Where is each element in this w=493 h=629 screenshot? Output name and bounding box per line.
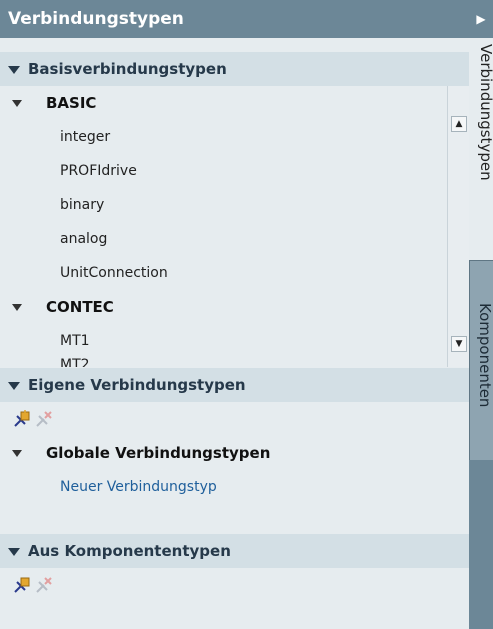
side-tab-label: Verbindungstypen — [477, 44, 493, 181]
delete-type-icon[interactable] — [35, 576, 53, 594]
delete-type-icon[interactable] — [35, 410, 53, 428]
tree-item-label: analog — [60, 231, 108, 247]
collapse-icon — [8, 381, 20, 390]
section-eigene-header[interactable]: Eigene Verbindungstypen — [0, 368, 469, 402]
tree-item-mt2[interactable]: MT2 — [0, 348, 440, 367]
eigene-toolbar — [0, 402, 469, 436]
section-aus-header[interactable]: Aus Komponententypen — [0, 534, 469, 568]
side-tab-verbindungstypen[interactable]: Verbindungstypen — [469, 38, 493, 260]
tree-item-binary[interactable]: binary — [0, 188, 440, 222]
section-aus-label: Aus Komponententypen — [28, 542, 231, 560]
new-connection-type-label: Neuer Verbindungstyp — [60, 479, 217, 495]
new-type-icon[interactable] — [13, 410, 31, 428]
tree-item-label: UnitConnection — [60, 265, 168, 281]
tree-item-label: integer — [60, 129, 111, 145]
collapse-icon — [8, 547, 20, 556]
tree-item-profidrive[interactable]: PROFIdrive — [0, 154, 440, 188]
tree-item-analog[interactable]: analog — [0, 222, 440, 256]
new-type-icon[interactable] — [13, 576, 31, 594]
tree-item-label: PROFIdrive — [60, 163, 137, 179]
side-tab-filler — [469, 460, 493, 629]
panel-title-text: Verbindungstypen — [8, 9, 184, 29]
tree-group-label: BASIC — [46, 94, 97, 112]
panel-title: Verbindungstypen — [0, 0, 469, 38]
side-tab-komponenten[interactable]: Komponenten — [469, 260, 493, 460]
tree-group-contec[interactable]: CONTEC — [0, 290, 440, 324]
tree-item-unitconnection[interactable]: UnitConnection — [0, 256, 440, 290]
section-eigene-label: Eigene Verbindungstypen — [28, 376, 246, 394]
expand-icon — [12, 450, 22, 457]
scroll-down-icon[interactable]: ▼ — [451, 336, 467, 352]
tree-group-label: CONTEC — [46, 298, 114, 316]
new-connection-type-link[interactable]: Neuer Verbindungstyp — [0, 470, 469, 504]
tree-item-integer[interactable]: integer — [0, 120, 440, 154]
section-basis-header[interactable]: Basisverbindungstypen — [0, 52, 469, 86]
collapse-panel-button[interactable]: ▶ — [469, 0, 493, 38]
expand-icon — [12, 304, 22, 311]
collapse-icon — [8, 65, 20, 74]
tree-group-global[interactable]: Globale Verbindungstypen — [0, 436, 469, 470]
basis-tree: BASIC integer PROFIdrive binary analog U… — [0, 86, 445, 367]
section-basis-label: Basisverbindungstypen — [28, 60, 227, 78]
aus-toolbar — [0, 568, 469, 602]
tree-item-label: binary — [60, 197, 105, 213]
side-tab-label: Komponenten — [476, 303, 493, 408]
tree-group-basic[interactable]: BASIC — [0, 86, 440, 120]
tree-group-label: Globale Verbindungstypen — [46, 444, 271, 462]
expand-icon — [12, 100, 22, 107]
scroll-up-icon[interactable]: ▲ — [451, 116, 467, 132]
tree-scrollbar[interactable]: ▲ ▼ — [447, 86, 469, 367]
tree-item-label: MT2 — [60, 357, 90, 367]
